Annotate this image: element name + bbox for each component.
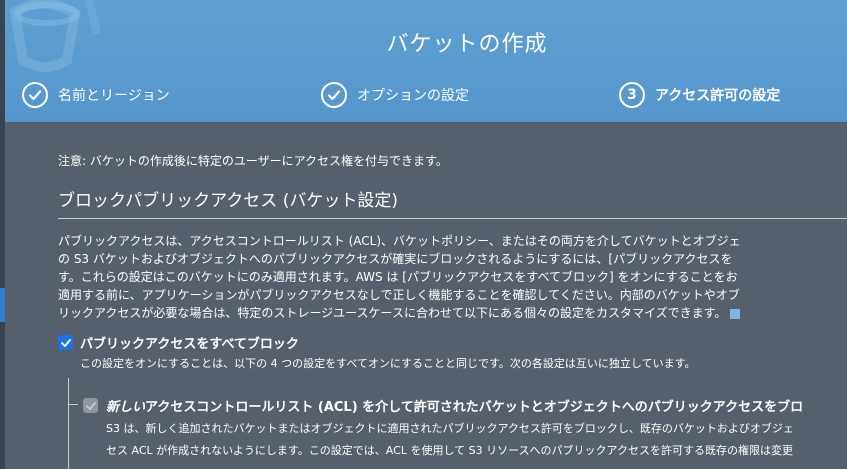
section-title: ブロックパブリックアクセス (バケット設定) [58, 191, 398, 211]
step-number-badge: 3 [619, 82, 645, 108]
step-number: 3 [627, 87, 637, 103]
tree-connector-horizontal [68, 404, 78, 405]
block-new-acl-label: 新しいアクセスコントロールリスト (ACL) を介して許可されたバケットとオブジ… [106, 396, 803, 415]
step-label: アクセス許可の設定 [655, 88, 781, 104]
description-line: パブリックアクセスは、アクセスコントロールリスト (ACL)、バケットポリシー、… [58, 234, 741, 248]
step-label: 名前とリージョン [58, 88, 170, 104]
tree-connector-vertical [68, 378, 69, 469]
section-divider [58, 218, 847, 219]
description-line: の S3 バケットおよびオブジェクトへのパブリックアクセスが確実にブロックされる… [58, 252, 733, 266]
info-icon[interactable] [730, 308, 741, 319]
description-line: セス ACL が作成されないようにします。この設定では、ACL を使用して S3… [106, 444, 793, 457]
create-bucket-dialog: バケットの作成 名前とリージョン オプションの設定 3 アクセス許可の設定 注意… [5, 0, 847, 469]
background-page-strip [0, 0, 5, 469]
block-all-public-access-checkbox[interactable]: パブリックアクセスをすべてブロック [58, 333, 299, 352]
dialog-body: 注意: バケットの作成後に特定のユーザーにアクセス権を付与できます。 ブロックパ… [5, 122, 847, 469]
dialog-title: バケットの作成 [386, 32, 548, 57]
description-line-last: リックアクセスが必要な場合は、特定のストレージユースケースに合わせて以下にある個… [58, 304, 847, 322]
dialog-header: バケットの作成 名前とリージョン オプションの設定 3 アクセス許可の設定 [5, 0, 847, 122]
checkbox-disabled-checked-icon[interactable] [83, 398, 98, 413]
block-all-label: パブリックアクセスをすべてブロック [80, 337, 299, 352]
check-icon [22, 82, 48, 108]
label-rest-part: アクセスコントロールリスト (ACL) を介して許可されたバケットとオブジェクト… [145, 400, 804, 415]
description-line: リックアクセスが必要な場合は、特定のストレージユースケースに合わせて以下にある個… [58, 306, 727, 320]
checkbox-checked-icon[interactable] [58, 335, 73, 350]
block-new-acl-description: S3 は、新しく追加されたバケットまたはオブジェクトに適用されたパブリックアクセ… [106, 418, 847, 462]
check-icon [321, 82, 347, 108]
block-public-access-description: パブリックアクセスは、アクセスコントロールリスト (ACL)、バケットポリシー、… [58, 232, 847, 322]
background-page-highlight [0, 288, 5, 322]
step-options[interactable]: オプションの設定 [321, 82, 469, 108]
step-permissions[interactable]: 3 アクセス許可の設定 [619, 82, 780, 108]
permissions-notice: 注意: バケットの作成後に特定のユーザーにアクセス権を付与できます。 [58, 154, 448, 168]
step-label: オプションの設定 [357, 88, 469, 104]
description-line: 適用する前に、アプリケーションがパブリックアクセスなしで正しく機能することを確認… [58, 288, 740, 302]
description-line: す。これらの設定はこのバケットにのみ適用されます。AWS は [パブリックアクセ… [58, 270, 738, 284]
label-italic-part: 新しい [106, 400, 146, 415]
block-all-sublabel: この設定をオンにすることは、以下の 4 つの設定をすべてオンにすることと同じです… [80, 357, 696, 370]
description-line: S3 は、新しく追加されたバケットまたはオブジェクトに適用されたパブリックアクセ… [106, 422, 794, 435]
block-new-acl-checkbox[interactable]: 新しいアクセスコントロールリスト (ACL) を介して許可されたバケットとオブジ… [83, 396, 803, 415]
step-name-and-region[interactable]: 名前とリージョン [22, 82, 170, 108]
